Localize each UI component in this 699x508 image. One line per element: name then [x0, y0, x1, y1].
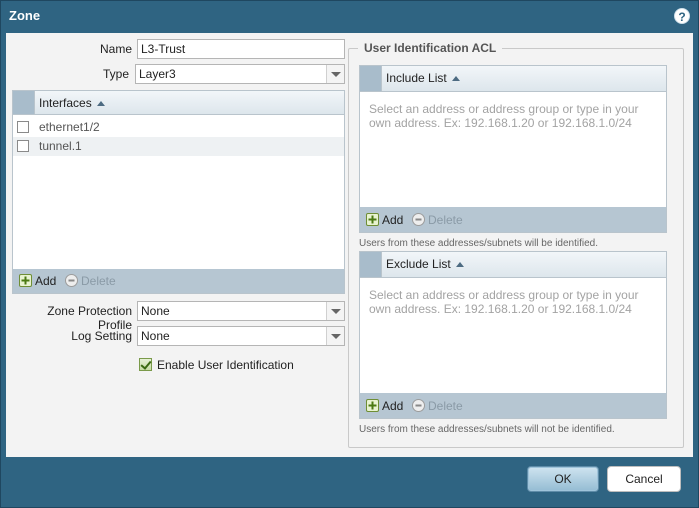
exclude-list-header: Exclude List	[360, 252, 666, 278]
exclude-add-button[interactable]: Add	[366, 398, 403, 414]
type-label: Type	[102, 67, 129, 81]
select-all-column[interactable]	[360, 66, 382, 91]
row-checkbox[interactable]	[17, 140, 29, 152]
type-select-value: Layer3	[139, 67, 176, 81]
sort-ascending-icon	[451, 76, 460, 81]
interface-name: ethernet1/2	[39, 120, 100, 134]
chevron-down-icon[interactable]	[326, 65, 344, 83]
interfaces-add-button[interactable]: Add	[19, 273, 56, 289]
interfaces-delete-button[interactable]: Delete	[65, 273, 116, 289]
add-icon	[366, 213, 379, 226]
cancel-button[interactable]: Cancel	[607, 466, 681, 492]
zone-protection-profile-select[interactable]: None	[137, 301, 345, 321]
help-icon[interactable]: ?	[674, 8, 690, 24]
exclude-list-grid: Exclude List Select an address or addres…	[359, 251, 667, 419]
name-input[interactable]: L3-Trust	[137, 39, 345, 59]
enable-user-identification-label[interactable]: Enable User Identification	[157, 358, 294, 372]
include-list-toolbar: Add Delete	[360, 207, 666, 232]
type-select[interactable]: Layer3	[135, 64, 345, 84]
exclude-delete-button[interactable]: Delete	[412, 398, 463, 414]
exclude-list-hint: Users from these addresses/subnets will …	[359, 424, 615, 435]
sort-ascending-icon	[455, 262, 464, 267]
row-checkbox[interactable]	[17, 121, 29, 133]
add-icon	[366, 399, 379, 412]
include-list-placeholder[interactable]: Select an address or address group or ty…	[369, 102, 656, 130]
dialog-body: Name L3-Trust Type Layer3 Interfaces eth…	[6, 33, 693, 457]
include-list-grid: Include List Select an address or addres…	[359, 65, 667, 233]
dialog-titlebar[interactable]: Zone ?	[1, 1, 698, 31]
chevron-down-icon[interactable]	[326, 302, 344, 320]
ok-button[interactable]: OK	[527, 466, 599, 492]
delete-icon	[412, 213, 425, 226]
include-list-hint: Users from these addresses/subnets will …	[359, 238, 599, 249]
zone-dialog: Zone ? Name L3-Trust Type Layer3 Interfa…	[0, 0, 699, 508]
zone-protection-profile-value: None	[141, 304, 170, 318]
interfaces-grid: Interfaces ethernet1/2 tunnel.1 Add Dele…	[12, 90, 345, 294]
zone-protection-profile-label: Zone Protection Profile	[47, 304, 132, 332]
interfaces-grid-toolbar: Add Delete	[13, 269, 344, 293]
delete-icon	[65, 274, 78, 287]
exclude-list-toolbar: Add Delete	[360, 393, 666, 418]
include-list-column-header[interactable]: Include List	[386, 71, 460, 85]
chevron-down-icon[interactable]	[326, 327, 344, 345]
log-setting-select[interactable]: None	[137, 326, 345, 346]
select-all-column[interactable]	[360, 252, 382, 277]
name-label: Name	[99, 42, 132, 56]
table-row[interactable]: ethernet1/2	[13, 118, 344, 137]
log-setting-value: None	[141, 329, 170, 343]
interface-name: tunnel.1	[39, 139, 82, 153]
exclude-list-column-header[interactable]: Exclude List	[386, 257, 464, 271]
log-setting-label: Log Setting	[71, 329, 132, 343]
exclude-list-placeholder[interactable]: Select an address or address group or ty…	[369, 288, 656, 316]
include-list-header: Include List	[360, 66, 666, 92]
include-add-button[interactable]: Add	[366, 212, 403, 228]
delete-icon	[412, 399, 425, 412]
add-icon	[19, 274, 32, 287]
table-row[interactable]: tunnel.1	[13, 137, 344, 156]
select-all-column[interactable]	[13, 91, 35, 114]
include-delete-button[interactable]: Delete	[412, 212, 463, 228]
dialog-title: Zone	[9, 8, 41, 23]
interfaces-column-header[interactable]: Interfaces	[39, 96, 105, 110]
enable-user-identification-checkbox[interactable]	[139, 358, 152, 371]
sort-ascending-icon	[96, 101, 105, 106]
interfaces-grid-header: Interfaces	[13, 91, 344, 115]
user-identification-acl-legend: User Identification ACL	[358, 41, 503, 55]
